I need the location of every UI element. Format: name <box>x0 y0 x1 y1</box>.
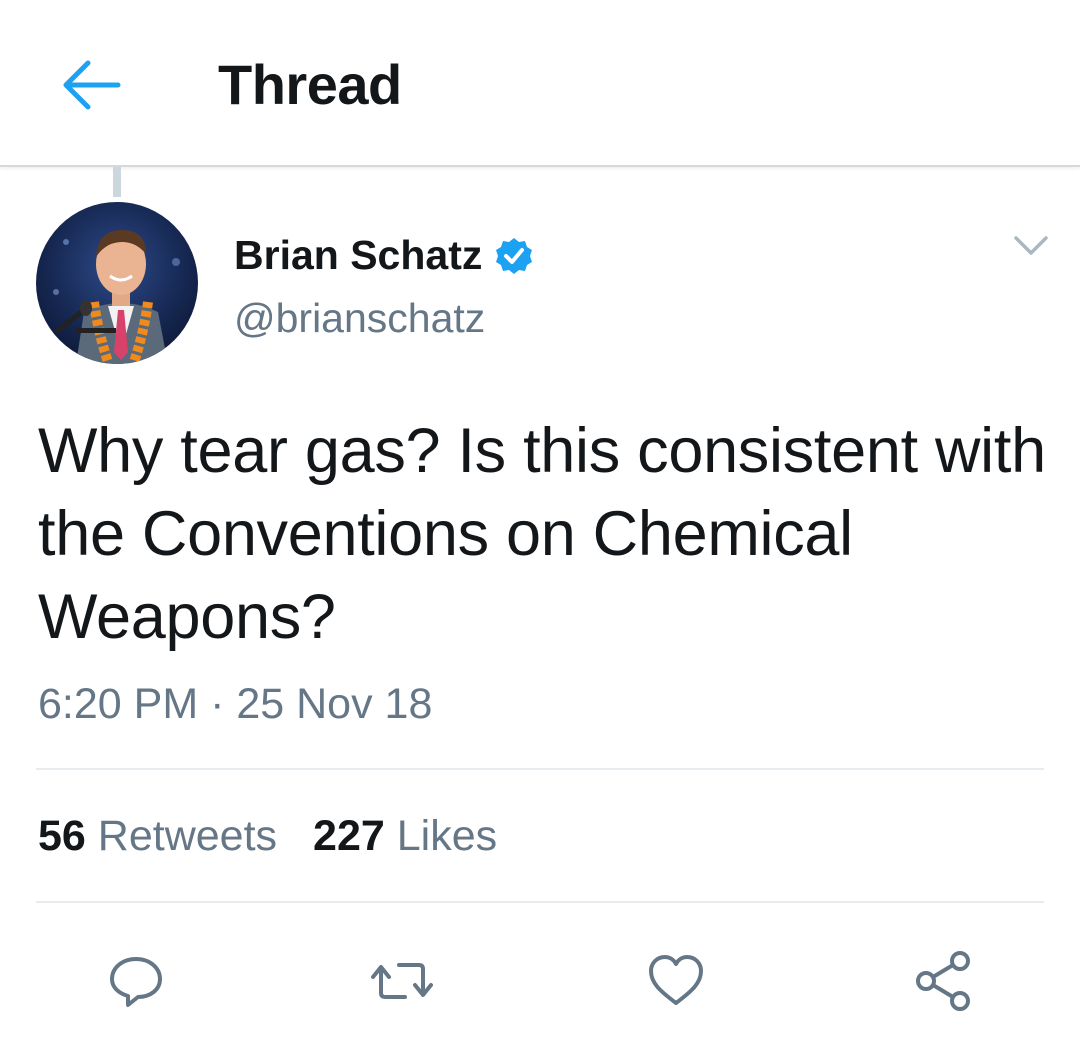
retweet-icon <box>371 963 433 999</box>
author-handle[interactable]: @brianschatz <box>234 295 485 342</box>
retweet-button[interactable] <box>366 945 438 1017</box>
author-name-text: Brian Schatz <box>234 232 483 278</box>
divider <box>36 901 1044 903</box>
likes-stat[interactable]: 227 Likes <box>313 812 497 861</box>
retweets-stat[interactable]: 56 Retweets <box>38 812 277 861</box>
verified-badge-icon <box>496 237 533 274</box>
divider <box>36 768 1044 770</box>
tweet-stats: 56 Retweets 227 Likes <box>38 812 497 861</box>
likes-count: 227 <box>313 812 385 860</box>
share-icon <box>916 951 970 1011</box>
avatar-photo <box>36 202 198 364</box>
likes-label: Likes <box>396 812 498 860</box>
avatar[interactable] <box>36 202 198 364</box>
reply-button[interactable] <box>100 945 172 1017</box>
like-button[interactable] <box>640 945 712 1017</box>
tweet-action-bar <box>0 935 1080 1025</box>
author-name[interactable]: Brian Schatz <box>234 232 534 279</box>
tweet-text: Why tear gas? Is this consistent with th… <box>38 416 1046 652</box>
arrow-left-icon <box>63 60 121 110</box>
tweet-options-button[interactable] <box>1010 228 1052 264</box>
share-button[interactable] <box>908 945 980 1017</box>
tweet-timestamp[interactable]: 6:20 PM · 25 Nov 18 <box>38 680 432 729</box>
retweets-count: 56 <box>38 812 86 860</box>
page-title: Thread <box>218 53 402 116</box>
heart-icon <box>649 955 703 1005</box>
chevron-down-icon <box>1014 236 1048 255</box>
thread-connector-line <box>113 167 121 197</box>
back-button[interactable] <box>55 55 125 115</box>
top-app-bar: Thread <box>0 0 1080 167</box>
reply-icon <box>110 957 162 1007</box>
retweets-label: Retweets <box>97 812 278 860</box>
